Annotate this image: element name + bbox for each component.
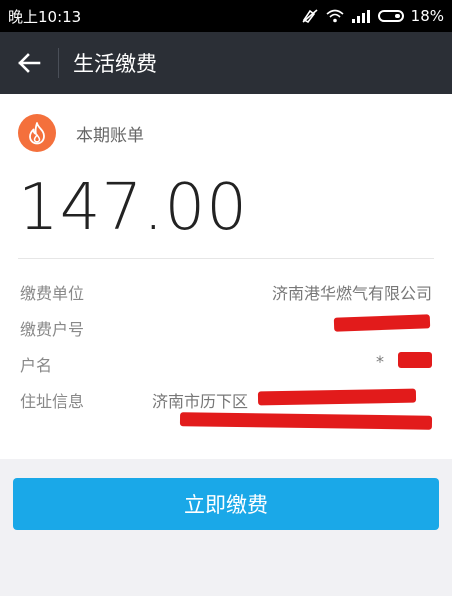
appbar-divider <box>58 48 59 78</box>
divider <box>18 258 434 259</box>
row-value: 济南港华燃气有限公司 <box>271 284 432 303</box>
row-label: 缴费户号 <box>20 320 85 339</box>
bill-header: 本期账单 <box>18 114 144 152</box>
back-button[interactable] <box>0 32 58 94</box>
battery-percent: 18% <box>410 7 444 25</box>
row-label: 住址信息 <box>20 392 85 411</box>
bill-section-label: 本期账单 <box>76 125 144 146</box>
app-bar: 生活缴费 <box>0 32 452 94</box>
status-icons: 18% <box>301 7 444 25</box>
row-label: 户名 <box>20 356 53 375</box>
status-time: 晚上10:13 <box>8 7 82 26</box>
pay-now-button[interactable]: 立即缴费 <box>13 478 439 530</box>
battery-icon <box>377 10 404 22</box>
row-label: 缴费单位 <box>20 284 85 303</box>
bill-amount: 147.00 <box>18 171 248 245</box>
page-title: 生活缴费 <box>73 52 157 76</box>
wifi-icon <box>326 9 344 23</box>
arrow-left-icon <box>18 53 41 73</box>
redaction-mark <box>398 352 432 368</box>
signal-icon <box>351 9 371 23</box>
redaction-mark <box>257 388 417 406</box>
bill-card: 本期账单 147.00 缴费单位 济南港华燃气有限公司 缴费户号 户名 * 住址… <box>0 94 452 459</box>
mute-vibrate-icon <box>301 8 319 24</box>
flame-icon <box>18 114 56 152</box>
row-payee: 缴费单位 济南港华燃气有限公司 <box>20 280 432 304</box>
row-name: 户名 * <box>20 352 432 376</box>
row-value: * <box>376 352 384 371</box>
redaction-mark <box>179 412 433 430</box>
status-bar: 晚上10:13 18% <box>0 0 452 32</box>
